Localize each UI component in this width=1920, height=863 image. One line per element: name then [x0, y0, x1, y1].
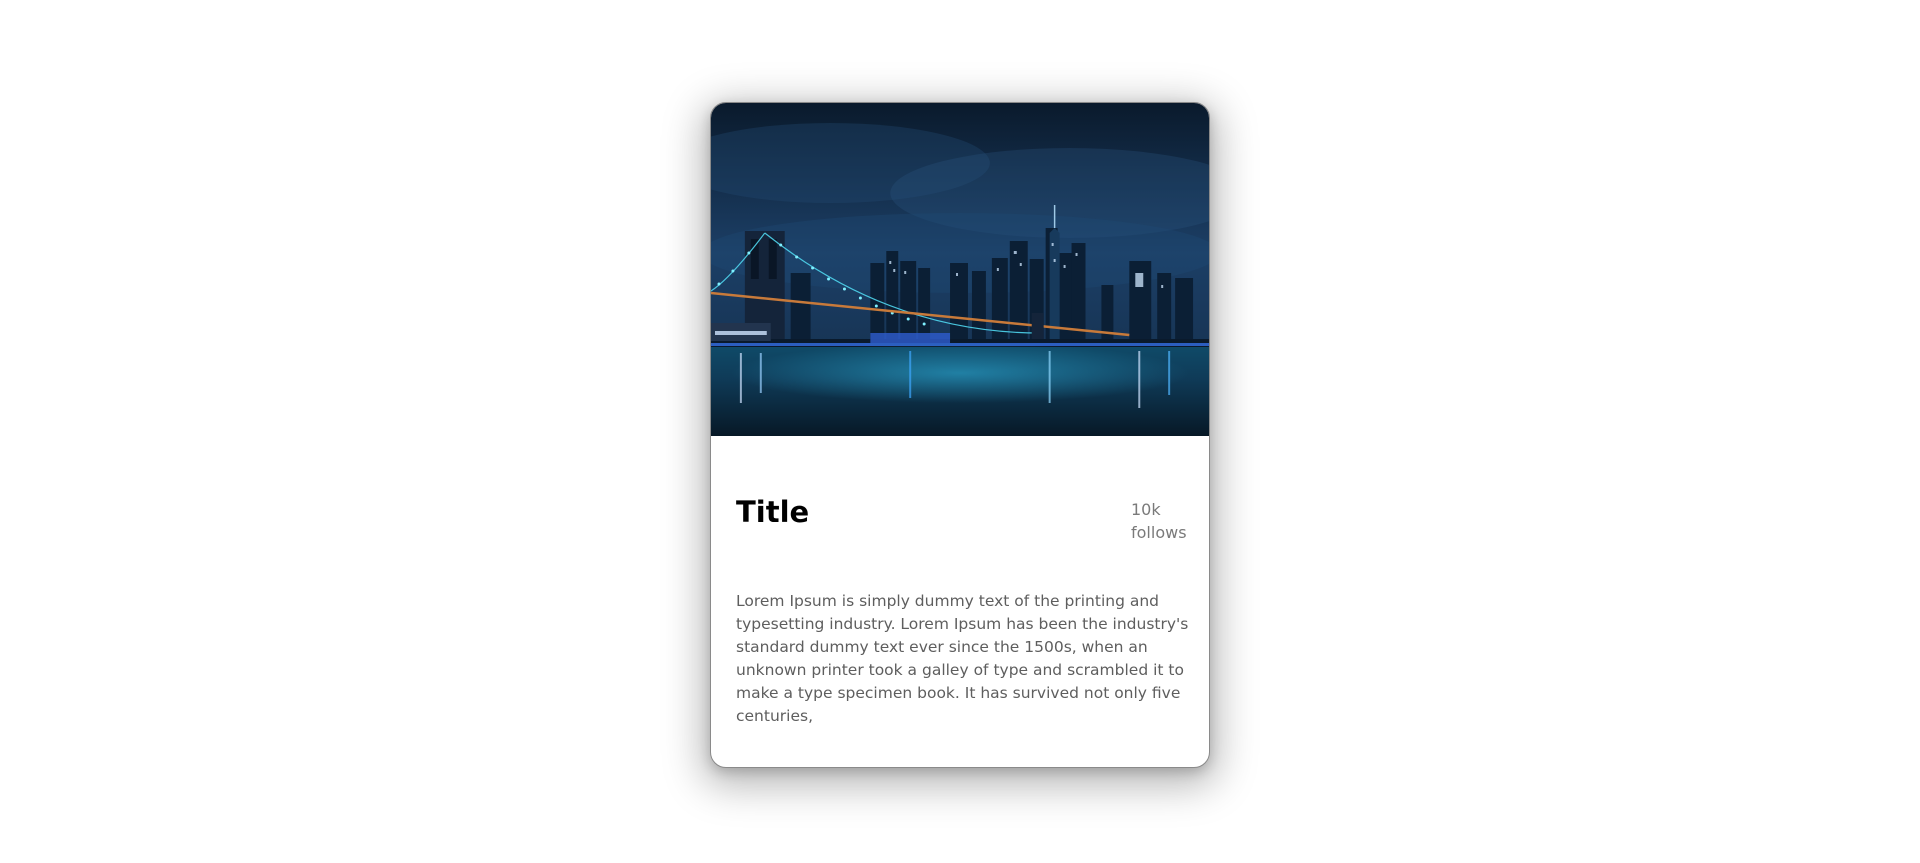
card-body: Title 10k follows Lorem Ipsum is simply … [711, 436, 1209, 767]
card-description: Lorem Ipsum is simply dummy text of the … [736, 592, 1189, 725]
card-image [711, 103, 1209, 436]
page: Title 10k follows Lorem Ipsum is simply … [0, 0, 1920, 863]
follows-count: 10k follows [1131, 500, 1187, 542]
card-title: Title [736, 495, 810, 529]
card: Title 10k follows Lorem Ipsum is simply … [710, 102, 1210, 768]
